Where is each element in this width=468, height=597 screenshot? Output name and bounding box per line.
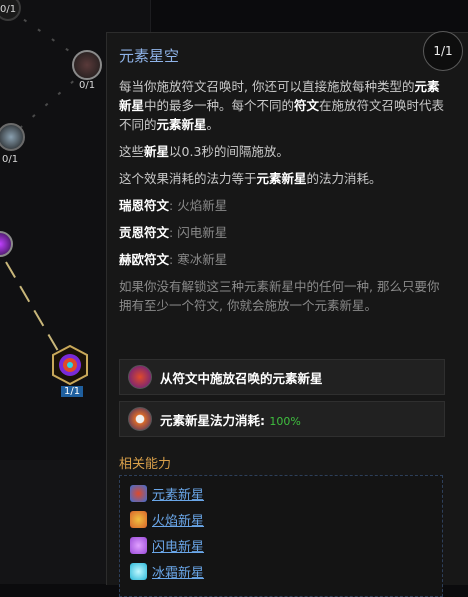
node-rank-label: 0/1 [79,80,96,91]
related-abilities-list: 元素新星 火焰新星 闪电新星 冰霜新星 [119,475,443,597]
skill-tooltip: 元素星空 1/1 每当你施放符文召唤时, 你还可以直接施放每种类型的元素新星中的… [106,31,468,597]
skill-node[interactable] [0,122,26,152]
frost-nova-icon [130,563,147,580]
mana-cost-icon [128,407,152,431]
related-ability-link[interactable]: 冰霜新星 [130,562,204,581]
rune-effect-row: 瑞恩符文: 火焰新星 [119,198,228,213]
selected-node-rank-label: 1/1 [61,386,84,397]
rune-effect-row: 赫欧符文: 寒冰新星 [119,252,228,267]
effect-text: 从符文中施放召唤的元素新星 [160,370,323,386]
tooltip-description: 每当你施放符文召唤时, 你还可以直接施放每种类型的元素新星中的最多一种。每个不同… [119,77,449,323]
related-ability-link[interactable]: 闪电新星 [130,536,204,555]
rank-badge: 1/1 [423,31,463,71]
description-paragraph: 这个效果消耗的法力等于元素新星的法力消耗。 [119,171,382,186]
lightning-nova-icon [130,537,147,554]
node-icon [0,123,25,151]
tree-lower-area [0,460,106,584]
related-abilities-title: 相关能力 [119,457,172,472]
related-ability-link[interactable]: 火焰新星 [130,510,204,529]
selected-skill-node[interactable] [50,345,90,385]
node-icon [0,231,13,257]
elemental-nova-icon [130,485,147,502]
node-icon [72,50,102,80]
rune-effect-row: 贡恩符文: 闪电新星 [119,225,228,240]
elemental-nova-icon [128,365,152,389]
effect-box: 元素新星法力消耗: 100% [119,401,445,437]
tooltip-title: 元素星空 [119,47,180,65]
description-paragraph: 每当你施放符文召唤时, 你还可以直接施放每种类型的元素新星中的最多一种。每个不同… [119,79,445,132]
skill-node[interactable] [0,230,14,258]
hexagon-frame-icon [52,345,88,385]
description-paragraph: 如果你没有解锁这三种元素新星中的任何一种, 那么只要你拥有至少一个符文, 你就会… [119,279,440,313]
effect-box: 从符文中施放召唤的元素新星 [119,359,445,395]
effect-text: 元素新星法力消耗: 100% [160,412,301,428]
related-ability-link[interactable]: 元素新星 [130,484,204,503]
skill-node[interactable] [72,50,102,80]
description-paragraph: 这些新星以0.3秒的间隔施放。 [119,144,289,159]
fire-nova-icon [130,511,147,528]
node-rank-label: 0/1 [2,154,19,165]
node-rank-label: 0/1 [0,4,17,15]
